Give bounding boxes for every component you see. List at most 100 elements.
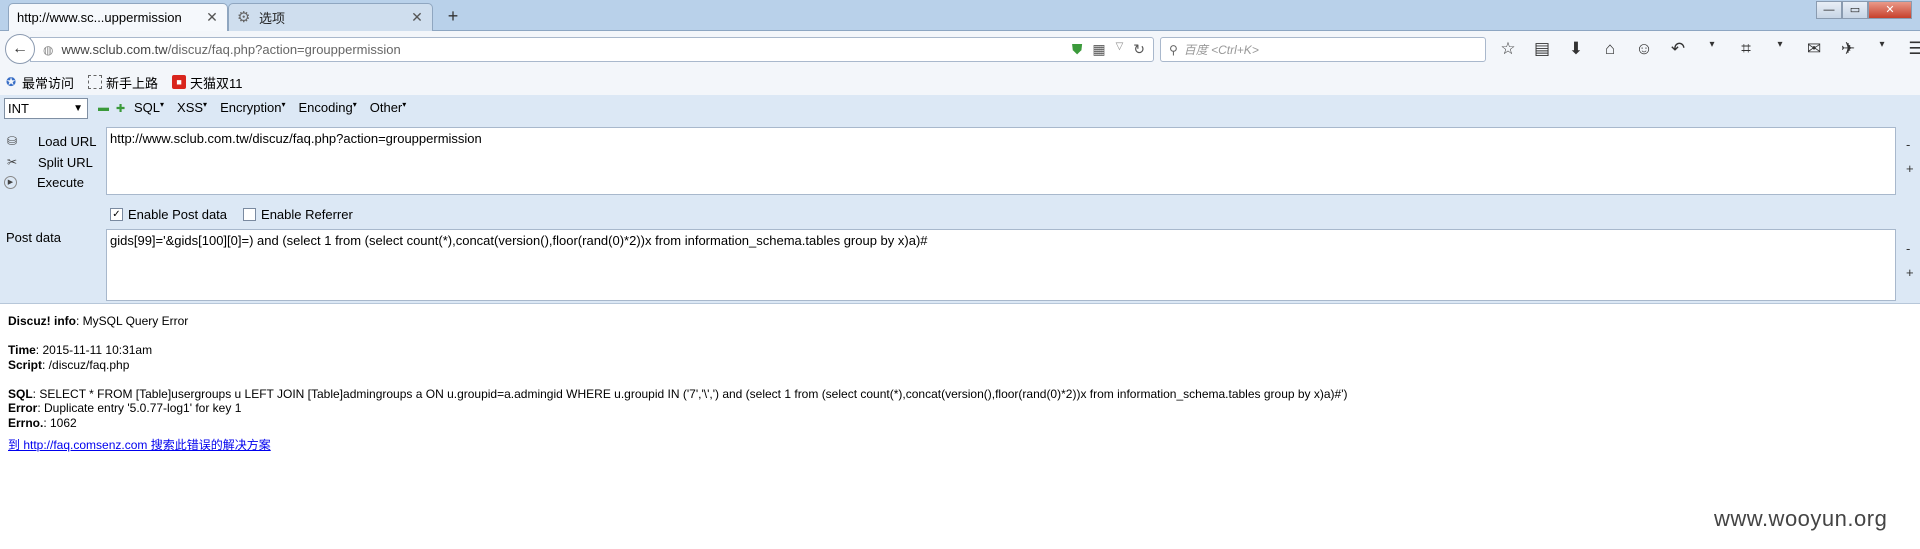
errno-line: Errno.: 1062: [8, 416, 1348, 431]
sql-line: SQL: SELECT * FROM [Table]usergroups u L…: [8, 387, 1348, 402]
search-input[interactable]: ⚲ 百度 <Ctrl+K>: [1160, 37, 1486, 62]
reload-icon[interactable]: ↻: [1133, 41, 1145, 58]
tab-options[interactable]: ⚙ 选项 ✕: [228, 3, 433, 31]
url-host: www.sclub.com.tw: [61, 42, 168, 57]
decrease-icon[interactable]: ▬: [98, 102, 109, 115]
bookmark-getting-started[interactable]: 新手上路: [88, 73, 158, 92]
hackbar-panel: INT ▼ ▬ ✚ SQL XSS Encryption Encoding Ot…: [0, 95, 1920, 304]
search-icon: ⚲: [1169, 42, 1178, 57]
type-select[interactable]: INT ▼: [4, 98, 88, 119]
bookmark-most-visited[interactable]: ✪ 最常访问: [4, 73, 74, 92]
close-tab-icon[interactable]: ✕: [410, 9, 424, 26]
shrink-url-button[interactable]: -: [1906, 137, 1910, 152]
tab-title: http://www.sc...uppermission: [17, 10, 182, 25]
menu-other[interactable]: Other: [370, 100, 407, 115]
page-icon: [88, 75, 103, 89]
errno-label: Errno.: [8, 415, 44, 430]
bookmark-star-icon[interactable]: ☆: [1497, 39, 1519, 59]
errno-value: : 1062: [43, 415, 77, 430]
enable-post-checkbox[interactable]: ✓ Enable Post data: [110, 207, 227, 222]
new-tab-button[interactable]: +: [440, 5, 466, 29]
menu-icon[interactable]: ☰: [1905, 39, 1920, 59]
bookmark-tmall[interactable]: ■ 天猫双11: [172, 73, 243, 92]
load-url-button[interactable]: ⛁ Load URL: [4, 133, 97, 149]
chat-icon[interactable]: ☺: [1633, 39, 1655, 59]
sql-label: SQL: [8, 386, 33, 401]
toolbar-icons: ☆ ▤ ⬇ ⌂ ☺ ↶ ▾ ⌗ ▾ ✉ ✈ ▾ ☰: [1497, 39, 1920, 59]
dropdown-arrow-icon[interactable]: ▾: [1769, 39, 1791, 59]
bookmark-label: 天猫双11: [190, 75, 243, 91]
split-url-button[interactable]: ✂ Split URL: [4, 154, 93, 170]
navigation-toolbar: ◍ www.sclub.com.tw/discuz/faq.php?action…: [0, 31, 1920, 69]
post-data-textarea[interactable]: gids[99]='&gids[100][0]=) and (select 1 …: [106, 229, 1896, 301]
enable-post-label: Enable Post data: [128, 207, 228, 222]
time-line: Time: 2015-11-11 10:31am: [8, 343, 1348, 358]
search-placeholder: 百度 <Ctrl+K>: [1183, 43, 1259, 57]
menu-xss[interactable]: XSS: [177, 100, 207, 115]
script-label: Script: [8, 357, 43, 372]
shrink-post-button[interactable]: -: [1906, 241, 1910, 256]
hackbar-options: ✓ Enable Post data Enable Referrer: [110, 207, 353, 222]
info-line: Discuz! info: MySQL Query Error: [8, 314, 1348, 329]
tab-title: 选项: [259, 11, 286, 26]
extension-icon[interactable]: ✈: [1837, 39, 1859, 59]
url-textarea[interactable]: http://www.sclub.com.tw/discuz/faq.php?a…: [106, 127, 1896, 195]
error-line: Error: Duplicate entry '5.0.77-log1' for…: [8, 401, 1348, 416]
info-value: : MySQL Query Error: [76, 314, 189, 328]
bookmark-label: 新手上路: [106, 75, 159, 91]
address-bar-icons: ⛊ ▦ ▽ ↻: [1072, 41, 1145, 58]
dropdown-arrow-icon[interactable]: ▾: [1871, 39, 1893, 59]
star-icon: ✪: [5, 75, 17, 89]
expand-post-button[interactable]: +: [1906, 265, 1914, 280]
time-value: : 2015-11-11 10:31am: [35, 343, 153, 357]
enable-referrer-checkbox[interactable]: Enable Referrer: [243, 207, 353, 222]
checkbox-checked: ✓: [110, 208, 123, 221]
execute-label: Execute: [37, 175, 84, 190]
page-content: Discuz! info: MySQL Query Error Time: 20…: [8, 314, 1348, 453]
download-icon[interactable]: ⬇: [1565, 39, 1587, 59]
faq-search-link[interactable]: 到 http://faq.comsenz.com 搜索此错误的解决方案: [8, 438, 271, 452]
dropdown-arrow-icon[interactable]: ▽: [1116, 41, 1124, 58]
script-line: Script: /discuz/faq.php: [8, 358, 1348, 373]
error-value: : Duplicate entry '5.0.77-log1' for key …: [37, 401, 242, 415]
shield-icon[interactable]: ⛊: [1072, 41, 1083, 58]
tab-active[interactable]: http://www.sc...uppermission ✕: [8, 3, 228, 31]
crop-icon[interactable]: ⌗: [1735, 39, 1757, 59]
watermark: www.wooyun.org: [1714, 506, 1888, 531]
undo-icon[interactable]: ↶: [1667, 39, 1689, 59]
error-label: Error: [8, 401, 38, 415]
menu-encoding[interactable]: Encoding: [299, 100, 357, 115]
url-path: /discuz/faq.php?action=grouppermission: [167, 42, 401, 57]
maximize-button[interactable]: ▭: [1842, 1, 1868, 19]
minimize-button[interactable]: —: [1816, 1, 1842, 19]
sql-value: : SELECT * FROM [Table]usergroups u LEFT…: [32, 386, 1348, 401]
bookmark-label: 最常访问: [22, 75, 75, 91]
enable-referrer-label: Enable Referrer: [261, 207, 353, 222]
qr-code-icon[interactable]: ▦: [1092, 41, 1105, 58]
increase-icon[interactable]: ✚: [116, 102, 125, 115]
post-data-label: Post data: [6, 230, 61, 245]
close-tab-icon[interactable]: ✕: [205, 9, 219, 26]
window-controls: — ▭ ✕: [1816, 1, 1912, 19]
address-bar[interactable]: ◍ www.sclub.com.tw/discuz/faq.php?action…: [30, 37, 1154, 62]
time-label: Time: [8, 343, 36, 357]
execute-button[interactable]: ▶ Execute: [4, 175, 84, 190]
hackbar-toggles: ▬ ✚: [98, 102, 125, 115]
bookmarks-list-icon[interactable]: ▤: [1531, 39, 1553, 59]
comment-icon[interactable]: ✉: [1803, 39, 1825, 59]
menu-sql[interactable]: SQL: [134, 100, 164, 115]
close-window-button[interactable]: ✕: [1868, 1, 1912, 19]
load-url-label: Load URL: [38, 133, 97, 149]
expand-url-button[interactable]: +: [1906, 161, 1914, 176]
scissors-icon: ✂: [6, 155, 18, 169]
bookmarks-toolbar: ✪ 最常访问 新手上路 ■ 天猫双11: [0, 69, 1920, 95]
chevron-down-icon: ▼: [73, 103, 83, 114]
gear-icon: ⚙: [237, 8, 251, 26]
dropdown-arrow-icon[interactable]: ▾: [1701, 39, 1723, 59]
hackbar-menu: INT ▼ ▬ ✚ SQL XSS Encryption Encoding Ot…: [0, 98, 1920, 120]
menu-encryption[interactable]: Encryption: [220, 100, 285, 115]
home-icon[interactable]: ⌂: [1599, 39, 1621, 59]
back-button[interactable]: ←: [5, 34, 35, 64]
hackbar-menu-items: SQL XSS Encryption Encoding Other: [134, 100, 406, 115]
info-label: Discuz! info: [8, 314, 76, 328]
